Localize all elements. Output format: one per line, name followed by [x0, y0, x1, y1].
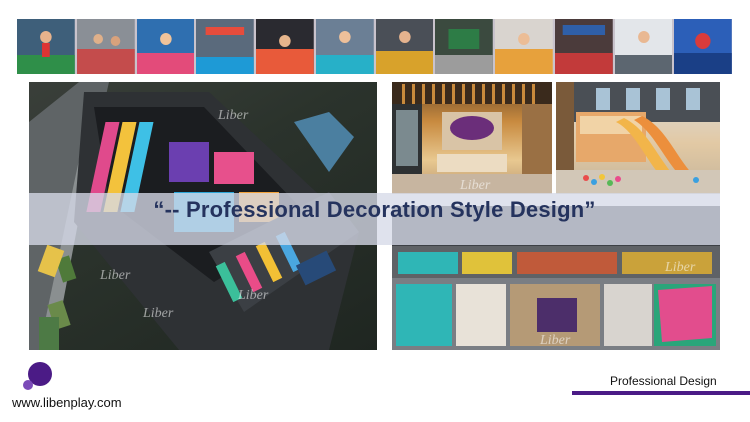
- website-url: www.libenplay.com: [12, 395, 122, 410]
- photo-thumb-2: [76, 19, 135, 74]
- banner-title: “-- Professional Decoration Style Design…: [153, 197, 596, 222]
- watermark: Liber: [460, 178, 491, 193]
- watermark: Liber: [143, 306, 174, 321]
- photo-strip: [17, 19, 732, 74]
- company-logo: [23, 362, 52, 390]
- title-banner: “-- Professional Decoration Style Design…: [29, 193, 720, 245]
- play-area-render-drawing: [556, 82, 720, 194]
- photo-thumb-1: [17, 19, 75, 74]
- footer-accent-bar: [572, 391, 750, 395]
- photo-thumb-7: [375, 19, 434, 74]
- photo-thumb-6: [315, 19, 374, 74]
- photo-thumb-11: [614, 19, 673, 74]
- photo-thumb-3: [136, 19, 195, 74]
- photo-thumb-4: [196, 19, 254, 74]
- photo-thumb-12: [674, 19, 732, 74]
- watermark: Liber: [540, 333, 571, 348]
- photo-thumb-5: [256, 19, 314, 74]
- photo-thumb-10: [554, 19, 613, 74]
- watermark: Liber: [238, 288, 269, 303]
- play-area-render: [556, 82, 720, 194]
- watermark: Liber: [665, 260, 696, 275]
- watermark: Liber: [218, 108, 249, 123]
- watermark: Liber: [100, 268, 131, 283]
- photo-thumb-9: [495, 19, 553, 74]
- photo-thumb-8: [435, 19, 493, 74]
- section-label: Professional Design: [610, 374, 717, 388]
